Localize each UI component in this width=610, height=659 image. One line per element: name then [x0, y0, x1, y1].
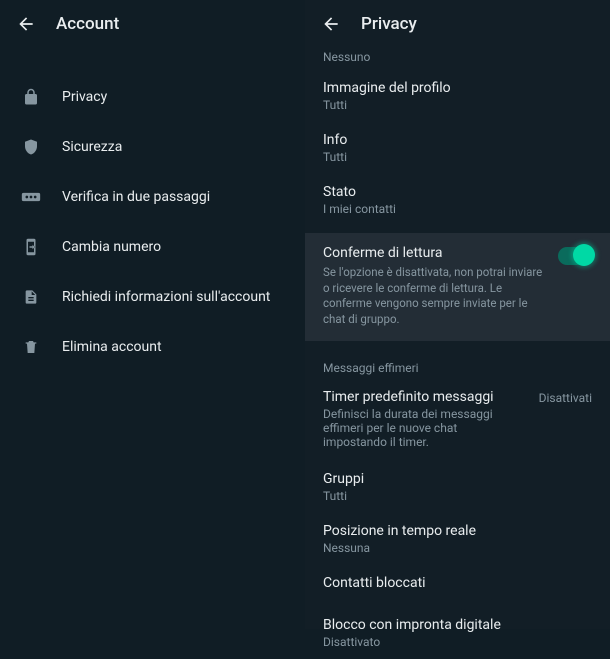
sidebar-item-label: Richiedi informazioni sull'account	[62, 289, 270, 305]
sidebar-item-request-info[interactable]: Richiedi informazioni sull'account	[0, 272, 305, 322]
sidebar-item-security[interactable]: Sicurezza	[0, 122, 305, 172]
timer-value: Disattivati	[539, 389, 592, 405]
item-fingerprint-lock[interactable]: Blocco con impronta digitale Disattivato	[305, 607, 610, 659]
item-groups[interactable]: Gruppi Tutti	[305, 461, 610, 513]
sidebar-item-privacy[interactable]: Privacy	[0, 72, 305, 122]
item-title: Gruppi	[323, 471, 592, 487]
item-sub: Se l'opzione è disattivata, non potrai i…	[323, 265, 548, 327]
item-title: Posizione in tempo reale	[323, 523, 592, 539]
item-title: Info	[323, 132, 592, 148]
item-read-receipts[interactable]: Conferme di lettura Se l'opzione è disat…	[305, 233, 610, 341]
sidebar-item-label: Verifica in due passaggi	[62, 189, 210, 205]
item-blocked-contacts[interactable]: Contatti bloccati	[305, 565, 610, 601]
item-title: Immagine del profilo	[323, 80, 592, 96]
item-sub: Tutti	[323, 489, 592, 503]
item-sub: Tutti	[323, 150, 592, 164]
back-icon[interactable]	[319, 12, 343, 36]
item-title: Conferme di lettura	[323, 245, 592, 261]
item-sub: Tutti	[323, 98, 592, 112]
item-default-timer[interactable]: Timer predefinito messaggi Definisci la …	[305, 379, 610, 455]
sidebar-item-label: Elimina account	[62, 339, 162, 355]
account-header: Account	[0, 0, 305, 48]
item-sub: Nessuna	[323, 541, 592, 555]
sidebar-item-label: Privacy	[62, 89, 107, 105]
back-icon[interactable]	[14, 12, 38, 36]
item-profile-image[interactable]: Immagine del profilo Tutti	[305, 70, 610, 122]
phone-swap-icon	[20, 236, 42, 258]
item-sub: Disattivato	[323, 635, 592, 649]
read-receipts-toggle[interactable]	[558, 247, 592, 265]
sidebar-item-delete-account[interactable]: Elimina account	[0, 322, 305, 372]
item-sub: Definisci la durata dei messaggi effimer…	[323, 407, 523, 449]
sidebar-item-change-number[interactable]: Cambia numero	[0, 222, 305, 272]
trash-icon	[20, 336, 42, 358]
section-ephemeral: Messaggi effimeri	[305, 351, 610, 379]
item-sub: I miei contatti	[323, 202, 592, 216]
item-status[interactable]: Stato I miei contatti	[305, 174, 610, 226]
lock-icon	[20, 86, 42, 108]
privacy-title: Privacy	[361, 14, 417, 34]
account-title: Account	[56, 14, 119, 34]
item-info[interactable]: Info Tutti	[305, 122, 610, 174]
shield-icon	[20, 136, 42, 158]
last-seen-sub: Nessuno	[305, 48, 610, 70]
item-title: Blocco con impronta digitale	[323, 617, 592, 633]
sidebar-item-label: Cambia numero	[62, 239, 161, 255]
document-icon	[20, 286, 42, 308]
sidebar-item-two-step[interactable]: Verifica in due passaggi	[0, 172, 305, 222]
item-live-location[interactable]: Posizione in tempo reale Nessuna	[305, 513, 610, 565]
item-title: Contatti bloccati	[323, 575, 592, 591]
account-menu: Privacy Sicurezza Verifica in due passag…	[0, 48, 305, 372]
sidebar-item-label: Sicurezza	[62, 139, 122, 155]
item-title: Stato	[323, 184, 592, 200]
privacy-panel: Privacy Nessuno Immagine del profilo Tut…	[305, 0, 610, 629]
item-title: Timer predefinito messaggi	[323, 389, 523, 405]
dots-icon	[20, 186, 42, 208]
account-panel: Account Privacy Sicurezza Verifica in du…	[0, 0, 305, 629]
privacy-content: Nessuno Immagine del profilo Tutti Info …	[305, 48, 610, 659]
privacy-header: Privacy	[305, 0, 610, 48]
